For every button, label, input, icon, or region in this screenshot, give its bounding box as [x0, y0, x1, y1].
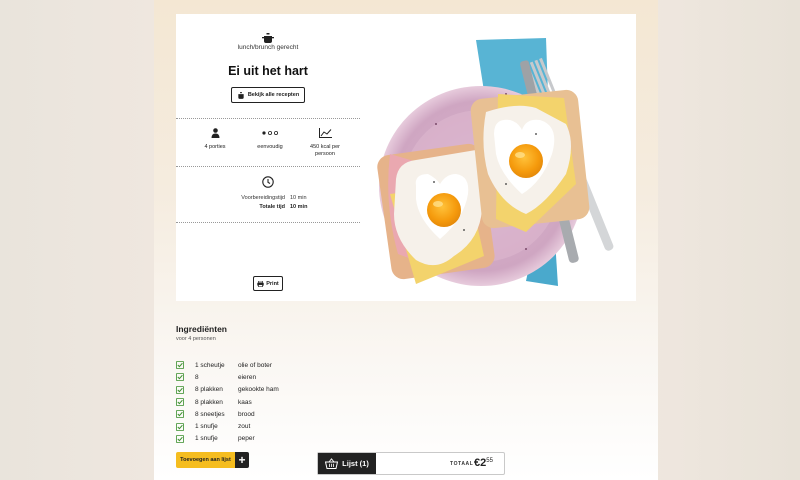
difficulty-stat: eenvoudig	[245, 127, 295, 158]
total-label: TOTAAL	[450, 461, 474, 467]
checkbox-checked-icon[interactable]	[176, 385, 184, 394]
price-cents: 55	[486, 458, 493, 464]
checkbox-checked-icon[interactable]	[176, 434, 184, 443]
checkbox-checked-icon[interactable]	[176, 398, 184, 407]
printer-icon	[257, 280, 264, 287]
print-label: Print	[266, 280, 279, 287]
ingredient-name: olie of boter	[238, 361, 272, 369]
prep-time-value: 10 min	[290, 195, 307, 201]
ingredient-name: brood	[238, 410, 255, 418]
prep-time-row: Voorbereidingstijd 10 min	[233, 194, 307, 203]
checkbox-checked-icon[interactable]	[176, 373, 184, 382]
dots-icon	[262, 131, 278, 135]
total-price: €2 55	[474, 457, 493, 469]
total-time-value: 10 min	[290, 204, 308, 210]
clock-icon	[262, 176, 274, 188]
recipe-hero: lunch/brunch gerecht Ei uit het hart Bek…	[176, 14, 636, 301]
shopping-list-button[interactable]: Lijst (1)	[318, 453, 376, 474]
ingredient-qty: 8 plakken	[195, 398, 223, 406]
person-icon	[211, 128, 219, 138]
chart-icon	[318, 128, 332, 138]
recipe-category: lunch/brunch gerecht	[237, 44, 299, 51]
ingredient-row[interactable]: 8 eieren	[176, 371, 376, 383]
recipe-title: Ei uit het hart	[228, 64, 308, 78]
ingredient-qty: 8 sneetjes	[195, 410, 225, 418]
recipe-info-panel: lunch/brunch gerecht Ei uit het hart Bek…	[176, 14, 360, 301]
add-to-list-label: Toevoegen aan lijst	[176, 452, 235, 468]
ingredient-qty: 8 plakken	[195, 386, 223, 394]
shopping-list-label: Lijst (1)	[342, 459, 369, 468]
recipe-times: Voorbereidingstijd 10 min Totale tijd 10…	[233, 194, 307, 212]
ingredient-name: zout	[238, 423, 251, 431]
ingredients-section: Ingrediënten voor 4 personen 1 scheutje …	[176, 324, 376, 445]
plus-icon: +	[235, 452, 249, 468]
calories-stat: 450 kcal per persoon	[300, 127, 350, 158]
calories-label: 450 kcal per persoon	[310, 144, 340, 157]
ingredient-row[interactable]: 8 sneetjes brood	[176, 408, 376, 420]
ingredients-title: Ingrediënten	[176, 324, 228, 334]
ingredients-list: 1 scheutje olie of boter 8 eieren 8 plak…	[176, 359, 376, 445]
ingredient-row[interactable]: 1 scheutje olie of boter	[176, 359, 376, 371]
ingredient-row[interactable]: 8 plakken kaas	[176, 396, 376, 408]
ingredient-name: eieren	[238, 373, 257, 381]
total-time-label: Totale tijd	[259, 204, 285, 210]
difficulty-label: eenvoudig	[257, 144, 283, 150]
recipe-stats: 4 porties eenvoudig 450 kcal per persoon	[190, 127, 350, 158]
cooking-pot-icon	[262, 33, 274, 43]
price-main: €2	[474, 457, 487, 469]
divider	[176, 166, 360, 167]
ingredient-qty: 1 snufje	[195, 435, 218, 443]
ingredient-name: kaas	[238, 398, 252, 406]
servings-label: 4 porties	[204, 144, 226, 150]
add-to-list-button[interactable]: Toevoegen aan lijst +	[176, 452, 249, 468]
print-button[interactable]: Print	[253, 276, 283, 291]
checkbox-checked-icon[interactable]	[176, 422, 184, 431]
prep-time-label: Voorbereidingstijd	[241, 195, 285, 201]
all-recipes-label: Bekijk alle recepten	[247, 92, 300, 98]
recipe-photo	[377, 38, 614, 286]
divider	[176, 118, 360, 119]
divider	[176, 222, 360, 223]
shopping-list-bar: Lijst (1) TOTAAL €2 55	[317, 452, 505, 475]
ingredient-row[interactable]: 1 snufje zout	[176, 420, 376, 432]
all-recipes-button[interactable]: Bekijk alle recepten	[231, 87, 305, 103]
checkbox-checked-icon[interactable]	[176, 410, 184, 419]
ingredient-qty: 1 scheutje	[195, 361, 225, 369]
ingredient-row[interactable]: 1 snufje peper	[176, 433, 376, 445]
ingredient-name: peper	[238, 435, 255, 443]
cooking-pot-icon	[238, 91, 244, 99]
checkbox-checked-icon[interactable]	[176, 361, 184, 370]
servings-stat: 4 porties	[190, 127, 240, 158]
ingredient-name: gekookte ham	[238, 386, 279, 394]
ingredient-qty: 1 snufje	[195, 423, 218, 431]
total-time-row: Totale tijd 10 min	[233, 203, 307, 212]
ingredient-qty: 8	[195, 373, 199, 381]
basket-icon	[325, 458, 339, 469]
ingredients-subtitle: voor 4 personen	[176, 336, 216, 342]
ingredient-row[interactable]: 8 plakken gekookte ham	[176, 384, 376, 396]
